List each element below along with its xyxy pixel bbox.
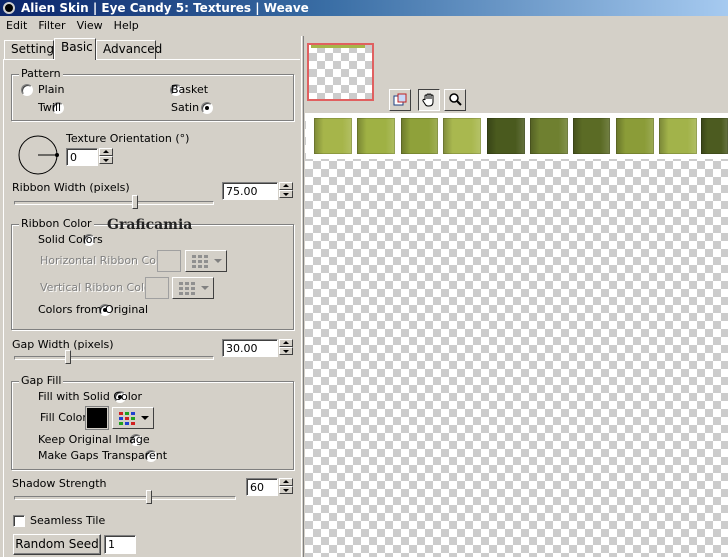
texture-orientation-label: Texture Orientation (°) [66, 132, 190, 145]
pattern-satin-label: Satin [171, 101, 200, 114]
chevron-down-icon [213, 259, 222, 263]
random-seed-input[interactable]: 1 [104, 535, 136, 554]
tab-advanced[interactable]: Advanced [96, 40, 162, 59]
horizontal-ribbon-color-swatch[interactable] [157, 250, 181, 272]
menu-edit[interactable]: Edit [0, 17, 32, 35]
ribbon-width-slider-thumb[interactable] [132, 195, 138, 209]
watermark-text: Graficamia [107, 217, 193, 233]
splitter[interactable] [301, 36, 304, 557]
hand-icon [422, 93, 434, 107]
gap-fill-group-title: Gap Fill [19, 374, 64, 387]
preview-canvas[interactable] [305, 113, 728, 557]
horizontal-ribbon-color-picker[interactable] [185, 250, 227, 272]
window-title: Alien Skin | Eye Candy 5: Textures | Wea… [21, 1, 309, 15]
ribbon-tile [616, 118, 654, 154]
ribbon-width-spinner[interactable] [279, 182, 293, 198]
gap-width-input[interactable]: 30.00 [222, 339, 278, 357]
ribbon-tile [487, 118, 525, 154]
ribbon-tile [357, 118, 395, 154]
tab-settings[interactable]: Settings [4, 40, 60, 59]
title-bar: Alien Skin | Eye Candy 5: Textures | Wea… [0, 0, 728, 16]
menu-filter[interactable]: Filter [32, 17, 70, 35]
zoom-icon [449, 93, 462, 106]
make-gaps-transparent-label: Make Gaps Transparent [38, 449, 168, 462]
shadow-strength-slider-thumb[interactable] [146, 490, 152, 504]
chevron-down-icon [140, 416, 149, 420]
app-icon [3, 2, 15, 14]
navigator-icon [393, 93, 407, 106]
ribbon-width-input[interactable]: 75.00 [222, 182, 278, 200]
shadow-strength-spinner[interactable] [279, 478, 293, 494]
vertical-ribbon-color-label: Vertical Ribbon Color [40, 281, 156, 294]
texture-orientation-input[interactable]: 0 [66, 148, 98, 166]
texture-orientation-spinner[interactable] [99, 148, 113, 164]
gap-width-label: Gap Width (pixels) [12, 338, 114, 351]
shadow-strength-slider-track[interactable] [14, 496, 236, 500]
ribbon-tile [443, 118, 481, 154]
ribbon-tile [573, 118, 610, 154]
fill-solid-color-label: Fill with Solid Color [38, 390, 143, 403]
ribbon-tile [530, 118, 568, 154]
gap-width-slider-thumb[interactable] [65, 350, 71, 364]
ribbon-width-slider-track[interactable] [14, 201, 214, 205]
ribbon-width-label: Ribbon Width (pixels) [12, 181, 130, 194]
seamless-tile-checkbox[interactable] [13, 515, 25, 527]
seamless-tile-label: Seamless Tile [30, 514, 106, 527]
pattern-satin-radio[interactable] [200, 102, 213, 114]
fill-color-label: Fill Color [40, 411, 87, 424]
gap-width-spinner[interactable] [279, 339, 293, 355]
orientation-dial[interactable] [16, 133, 60, 177]
colors-from-original-label: Colors from Original [38, 303, 149, 316]
pattern-basket-label: Basket [171, 83, 209, 96]
random-seed-button[interactable]: Random Seed [13, 534, 101, 555]
gap-width-slider-track[interactable] [14, 356, 214, 360]
grid-icon [191, 255, 208, 268]
hand-tool-button[interactable] [418, 89, 440, 111]
menu-help[interactable]: Help [108, 17, 144, 35]
color-grid-icon [118, 412, 135, 425]
shadow-strength-label: Shadow Strength [12, 477, 107, 490]
navigator-tool-button[interactable] [389, 89, 411, 111]
navigator-thumbnail[interactable] [307, 43, 374, 101]
ribbon-tile [701, 118, 728, 154]
shadow-strength-input[interactable]: 60 [246, 478, 278, 496]
pattern-group-title: Pattern [19, 67, 63, 80]
pattern-plain-radio[interactable] [21, 84, 33, 96]
menu-bar: Edit Filter View Help [0, 17, 144, 35]
solid-colors-label: Solid Colors [38, 233, 103, 246]
pattern-plain-label: Plain [38, 83, 65, 96]
keep-original-image-label: Keep Original Image [38, 433, 150, 446]
ribbon-tile [314, 118, 352, 154]
chevron-down-icon [200, 286, 209, 290]
fill-color-swatch[interactable] [85, 406, 109, 430]
zoom-tool-button[interactable] [444, 89, 466, 111]
menu-view[interactable]: View [71, 17, 108, 35]
ribbon-tile [659, 118, 697, 154]
vertical-ribbon-color-swatch[interactable] [145, 277, 169, 299]
pattern-twill-label: Twill [38, 101, 62, 114]
horizontal-ribbon-color-label: Horizontal Ribbon Color [40, 254, 171, 267]
tab-basic[interactable]: Basic [54, 38, 96, 60]
vertical-ribbon-color-picker[interactable] [172, 277, 214, 299]
ribbon-color-group-title: Ribbon Color [19, 217, 94, 230]
grid-icon [178, 282, 195, 295]
ribbon-tile [401, 118, 438, 154]
fill-color-picker[interactable] [112, 407, 154, 429]
